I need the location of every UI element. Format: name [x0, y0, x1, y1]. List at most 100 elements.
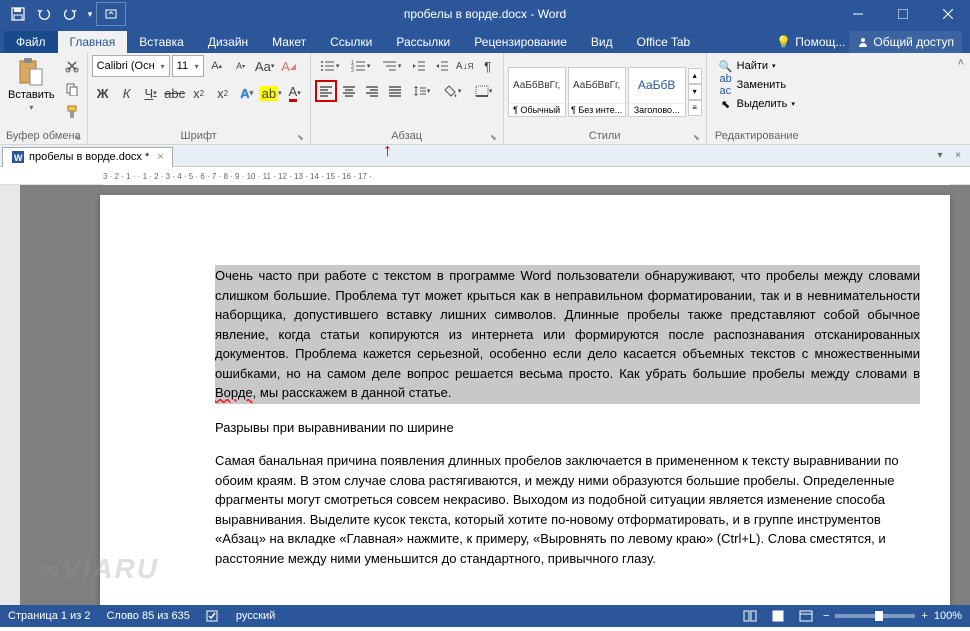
- share-button[interactable]: Общий доступ: [849, 31, 962, 53]
- justify-button[interactable]: [384, 80, 406, 102]
- tell-me-label: Помощ...: [795, 35, 845, 49]
- tell-me[interactable]: 💡 Помощ...: [776, 35, 845, 49]
- strikethrough-button[interactable]: abc: [164, 82, 186, 104]
- minimize-button[interactable]: [835, 0, 880, 28]
- group-styles: АаБбВвГг,¶ Обычный АаБбВвГг,¶ Без инте..…: [504, 53, 707, 144]
- web-layout-button[interactable]: [795, 607, 817, 625]
- ruler-horizontal[interactable]: 3 · 2 · 1 · · 1 · 2 · 3 · 4 · 5 · 6 · 7 …: [0, 167, 970, 185]
- page-status[interactable]: Страница 1 из 2: [8, 610, 90, 622]
- shrink-font-button[interactable]: A▾: [230, 55, 252, 77]
- word-count-status[interactable]: Слово 85 из 635: [106, 610, 189, 622]
- change-case-button[interactable]: Aa▾: [254, 55, 276, 77]
- clipboard-launcher[interactable]: ⬊: [74, 133, 81, 142]
- read-mode-button[interactable]: [739, 607, 761, 625]
- style-normal[interactable]: АаБбВвГг,¶ Обычный: [508, 67, 566, 117]
- print-layout-button[interactable]: [767, 607, 789, 625]
- cut-button[interactable]: [61, 55, 83, 77]
- ribbon-tabs: Файл Главная Вставка Дизайн Макет Ссылки…: [0, 28, 970, 53]
- font-size-combo[interactable]: 11▾: [172, 55, 204, 77]
- font-size-value: 11: [177, 60, 188, 72]
- bold-button[interactable]: Ж: [92, 82, 114, 104]
- group-editing: 🔍Найти ▾ abacЗаменить ⬉Выделить ▾ Редакт…: [707, 53, 807, 144]
- text-effects-button[interactable]: A▾: [236, 82, 258, 104]
- zoom-level[interactable]: 100%: [934, 610, 962, 622]
- group-paragraph: ▾ 123▾ ▾ A↓Я ¶ ▾ ▾ ▾: [311, 53, 504, 144]
- style-heading1[interactable]: АаБбВЗаголово...: [628, 67, 686, 117]
- shading-button[interactable]: ▾: [438, 80, 468, 102]
- ribbon-display-options[interactable]: [96, 2, 126, 26]
- close-button[interactable]: [925, 0, 970, 28]
- superscript-button[interactable]: x2: [212, 82, 234, 104]
- language-status[interactable]: русский: [236, 610, 275, 622]
- font-name-value: Calibri (Осн: [97, 60, 155, 72]
- tab-references[interactable]: Ссылки: [318, 31, 384, 53]
- tab-review[interactable]: Рецензирование: [462, 31, 579, 53]
- italic-button[interactable]: К: [116, 82, 138, 104]
- decrease-indent-button[interactable]: [408, 55, 430, 77]
- tab-insert[interactable]: Вставка: [127, 31, 196, 53]
- tab-officetab[interactable]: Office Tab: [625, 31, 703, 53]
- clear-formatting-button[interactable]: A◢: [278, 55, 300, 77]
- ribbon: Вставить ▾ Буфер обмена⬊ Calibri (Осн▾ 1…: [0, 53, 970, 145]
- tab-layout[interactable]: Макет: [260, 31, 318, 53]
- bullets-button[interactable]: ▾: [315, 55, 345, 77]
- tab-close-all[interactable]: ×: [950, 148, 966, 164]
- select-button[interactable]: ⬉Выделить ▾: [713, 95, 801, 113]
- qat-customize[interactable]: ▾: [84, 2, 96, 26]
- style-no-spacing[interactable]: АаБбВвГг,¶ Без инте...: [568, 67, 626, 117]
- underline-button[interactable]: Ч▾: [140, 82, 162, 104]
- selected-paragraph[interactable]: Очень часто при работе с текстом в прогр…: [215, 265, 920, 404]
- ruler-vertical[interactable]: [0, 185, 20, 605]
- styles-launcher[interactable]: ⬊: [693, 133, 700, 142]
- align-right-button[interactable]: [361, 80, 383, 102]
- maximize-button[interactable]: [880, 0, 925, 28]
- tab-design[interactable]: Дизайн: [196, 31, 260, 53]
- tab-view[interactable]: Вид: [579, 31, 625, 53]
- tab-file[interactable]: Файл: [4, 31, 58, 53]
- increase-indent-button[interactable]: [431, 55, 453, 77]
- paragraph-launcher[interactable]: ⬊: [490, 133, 497, 142]
- highlight-button[interactable]: ab▾: [260, 82, 282, 104]
- cursor-icon: ⬉: [719, 97, 733, 111]
- body-paragraph[interactable]: Самая банальная причина появления длинны…: [215, 451, 920, 568]
- tab-mailings[interactable]: Рассылки: [384, 31, 462, 53]
- borders-button[interactable]: ▾: [469, 80, 499, 102]
- zoom-slider[interactable]: [835, 614, 915, 618]
- font-color-button[interactable]: A▾: [284, 82, 306, 104]
- subscript-button[interactable]: x2: [188, 82, 210, 104]
- format-painter-button[interactable]: [61, 101, 83, 123]
- font-launcher[interactable]: ⬊: [297, 133, 304, 142]
- collapse-ribbon[interactable]: ˄: [952, 53, 970, 144]
- chevron-down-icon: ▾: [29, 103, 33, 112]
- close-tab-icon[interactable]: ×: [157, 151, 163, 163]
- tab-dropdown[interactable]: ▾: [932, 148, 948, 164]
- styles-more[interactable]: ≡: [688, 100, 702, 116]
- undo-button[interactable]: [32, 2, 56, 26]
- font-name-combo[interactable]: Calibri (Осн▾: [92, 55, 170, 77]
- save-button[interactable]: [6, 2, 30, 26]
- redo-button[interactable]: [58, 2, 82, 26]
- page[interactable]: Очень часто при работе с текстом в прогр…: [100, 195, 950, 605]
- paste-button[interactable]: Вставить ▾: [4, 55, 59, 114]
- spellcheck-word: Ворде: [215, 385, 253, 400]
- zoom-in-button[interactable]: +: [921, 610, 927, 622]
- align-left-button[interactable]: [315, 80, 337, 102]
- show-marks-button[interactable]: ¶: [477, 55, 499, 77]
- grow-font-button[interactable]: A▴: [206, 55, 228, 77]
- spellcheck-status[interactable]: [206, 609, 220, 623]
- align-center-button[interactable]: [338, 80, 360, 102]
- tab-home[interactable]: Главная: [58, 31, 128, 53]
- line-spacing-button[interactable]: ▾: [407, 80, 437, 102]
- sort-button[interactable]: A↓Я: [454, 55, 476, 77]
- document-area[interactable]: Очень часто при работе с текстом в прогр…: [0, 185, 970, 605]
- zoom-out-button[interactable]: −: [823, 610, 829, 622]
- document-tab[interactable]: W пробелы в ворде.docx * ×: [2, 147, 173, 167]
- numbering-button[interactable]: 123▾: [346, 55, 376, 77]
- styles-up[interactable]: ▴: [688, 68, 702, 84]
- multilevel-list-button[interactable]: ▾: [377, 55, 407, 77]
- copy-button[interactable]: [61, 78, 83, 100]
- heading-paragraph[interactable]: Разрывы при выравнивании по ширине: [215, 418, 920, 438]
- styles-down[interactable]: ▾: [688, 84, 702, 100]
- replace-button[interactable]: abacЗаменить: [713, 76, 801, 94]
- paste-icon: [16, 57, 46, 87]
